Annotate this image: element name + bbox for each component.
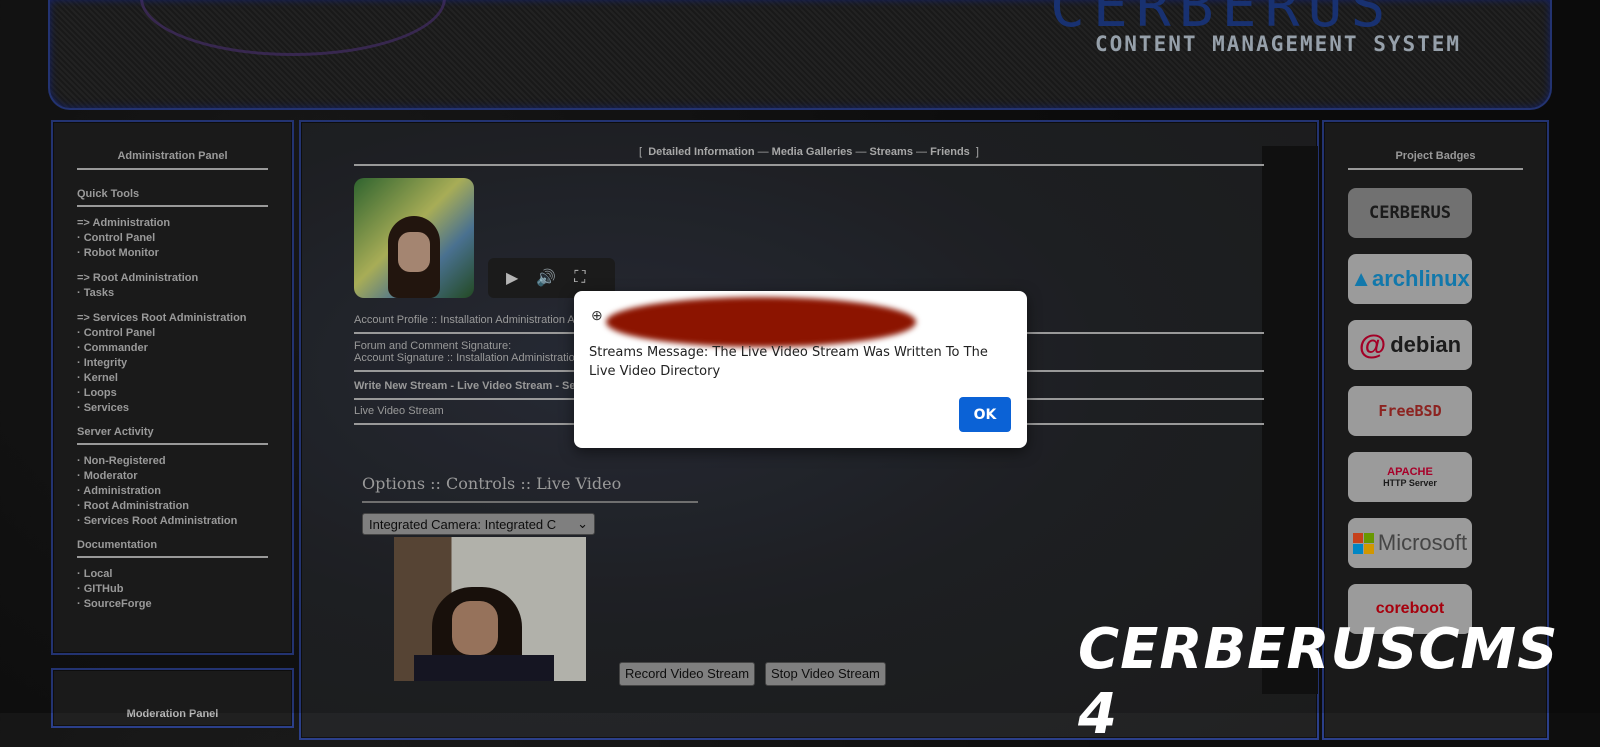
watermark: CERBERUSCMS 4 — [1078, 617, 1559, 747]
redacted-origin — [606, 297, 916, 347]
dialog-message: Streams Message: The Live Video Stream W… — [589, 345, 988, 379]
ok-button[interactable]: OK — [959, 397, 1011, 432]
alert-dialog: ⊕ Streams Message: The Live Video Stream… — [574, 291, 1027, 448]
globe-icon: ⊕ — [591, 307, 603, 323]
